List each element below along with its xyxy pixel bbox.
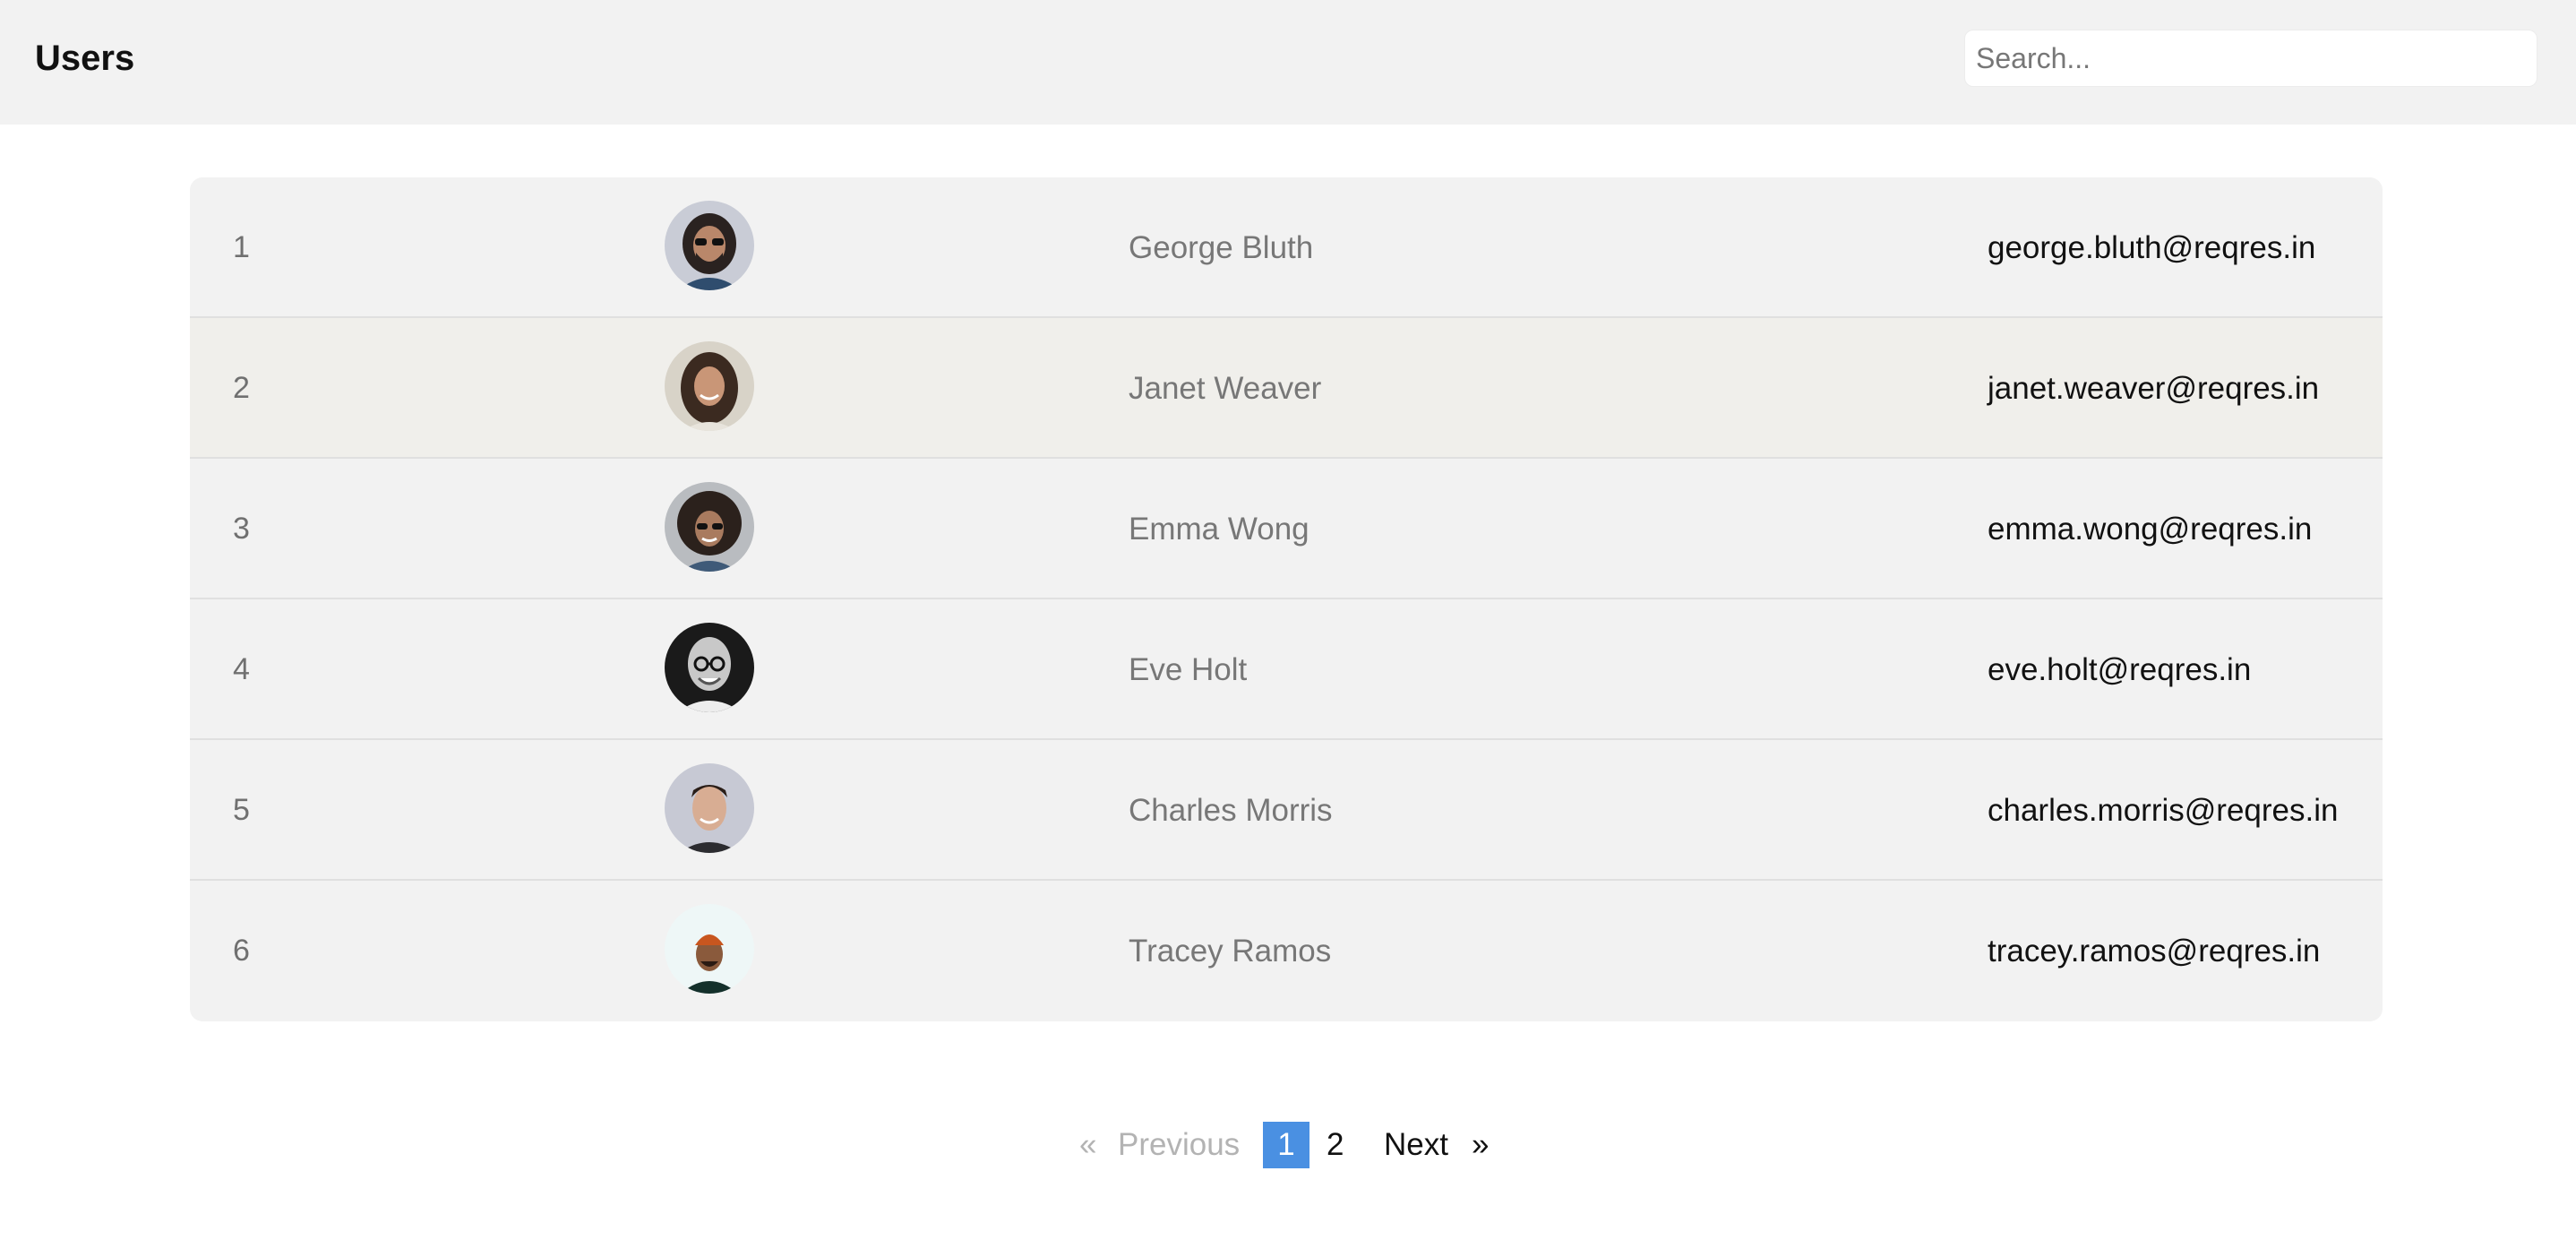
avatar — [665, 482, 754, 572]
next-page-link[interactable]: Next — [1384, 1122, 1448, 1168]
avatar-photo-emma-icon — [665, 482, 754, 572]
user-name: Eve Holt — [1129, 652, 1248, 687]
user-id: 1 — [233, 230, 250, 264]
page-title: Users — [35, 39, 135, 78]
table-row[interactable]: 4 Eve Holt eve.holt@reqres.in — [190, 599, 2383, 740]
avatar — [665, 201, 754, 290]
last-page-link[interactable]: » — [1472, 1122, 1489, 1168]
avatar — [665, 904, 754, 994]
page-2-button[interactable]: 2 — [1327, 1122, 1344, 1168]
user-name: Charles Morris — [1129, 793, 1333, 828]
table-row[interactable]: 5 Charles Morris charles.morris@reqres.i… — [190, 740, 2383, 881]
user-email: janet.weaver@reqres.in — [1988, 371, 2320, 406]
previous-page-link: Previous — [1118, 1127, 1241, 1162]
user-name: Emma Wong — [1129, 512, 1309, 547]
user-email: emma.wong@reqres.in — [1988, 512, 2313, 547]
user-id: 3 — [233, 512, 250, 546]
avatar-photo-charles-icon — [665, 763, 754, 853]
user-id: 4 — [233, 652, 250, 686]
users-table: 1 George Bluth george.bluth@reqres.in 2 — [190, 177, 2383, 1021]
table-row[interactable]: 3 Emma Wong emma.wong@reqres.in — [190, 459, 2383, 599]
user-id: 2 — [233, 371, 250, 405]
user-id: 5 — [233, 793, 250, 827]
first-page-link: « — [1079, 1127, 1097, 1162]
avatar-photo-janet-icon — [665, 341, 754, 431]
avatar — [665, 763, 754, 853]
avatar — [665, 341, 754, 431]
search-input[interactable] — [1964, 30, 2537, 87]
user-email: eve.holt@reqres.in — [1988, 652, 2252, 687]
table-row[interactable]: 1 George Bluth george.bluth@reqres.in — [190, 177, 2383, 318]
user-name: George Bluth — [1129, 230, 1314, 265]
table-row[interactable]: 6 Tracey Ramos tracey.ramos@reqres.in — [190, 881, 2383, 1021]
user-id: 6 — [233, 934, 250, 968]
user-name: Janet Weaver — [1129, 371, 1322, 406]
avatar-photo-tracey-icon — [665, 904, 754, 994]
table-row[interactable]: 2 Janet Weaver janet.weaver@reqres.in — [190, 318, 2383, 459]
user-name: Tracey Ramos — [1129, 934, 1332, 969]
page-1-button[interactable]: 1 — [1263, 1122, 1309, 1168]
avatar-photo-eve-icon — [665, 623, 754, 712]
avatar-photo-george-icon — [665, 201, 754, 290]
user-email: george.bluth@reqres.in — [1988, 230, 2316, 265]
avatar — [665, 623, 754, 712]
user-email: charles.morris@reqres.in — [1988, 793, 2339, 828]
user-email: tracey.ramos@reqres.in — [1988, 934, 2321, 969]
top-bar: Users — [0, 0, 2576, 125]
